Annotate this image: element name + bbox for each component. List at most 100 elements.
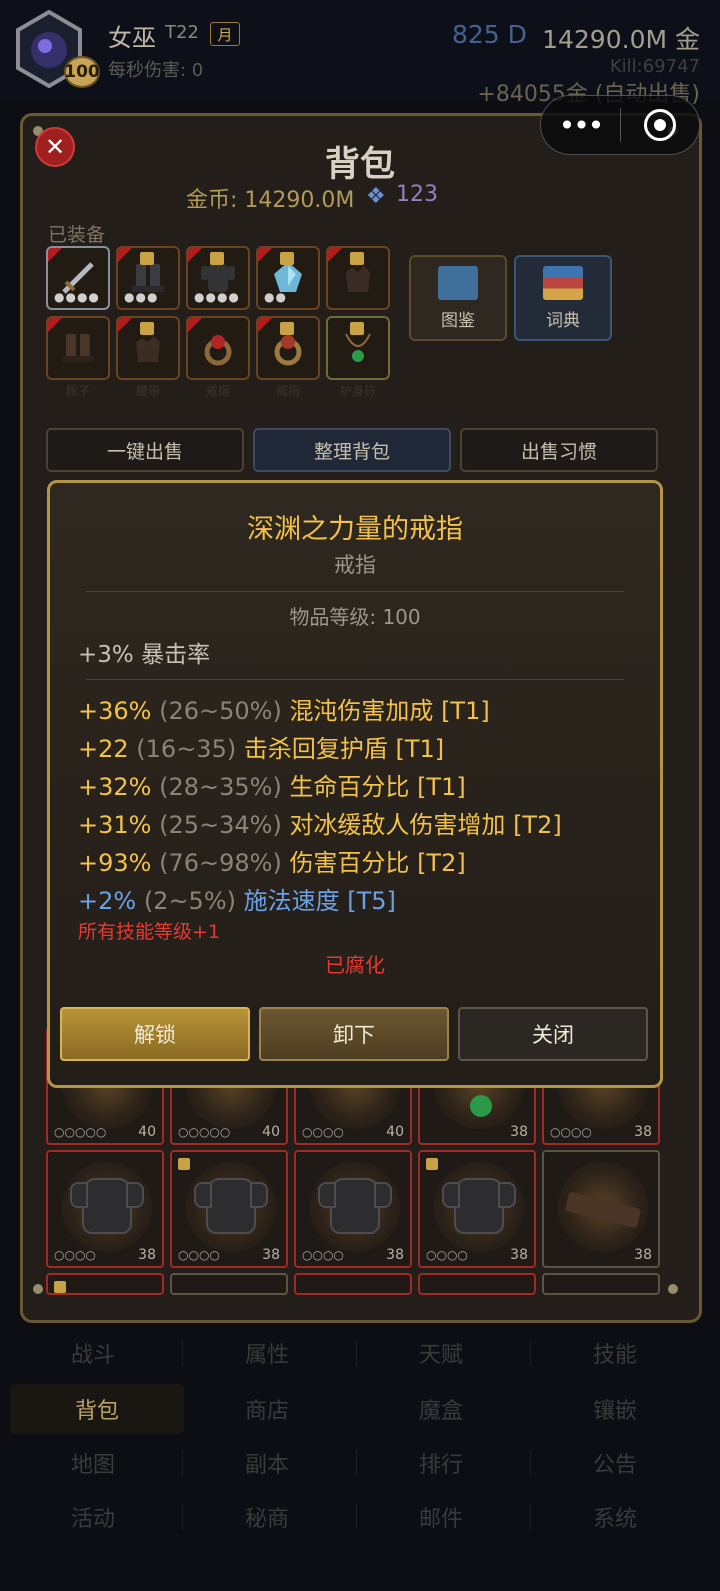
bag-item[interactable] — [46, 1273, 164, 1295]
equip-slot-boots[interactable]: ●●● — [116, 246, 180, 310]
nav-battle[interactable]: 战斗 — [6, 1328, 180, 1378]
equip-slot-amulet[interactable] — [326, 316, 390, 380]
exit-miniprogram-button[interactable] — [621, 109, 699, 141]
equipped-label: 已装备 — [48, 224, 106, 246]
item-type: 戒指 — [334, 553, 376, 577]
item-level: 物品等级: 100 — [289, 605, 421, 629]
gem-icon: ❖ — [366, 184, 386, 209]
miniprogram-capsule: ••• — [540, 95, 700, 155]
target-circle-icon — [643, 109, 676, 141]
lock-icon — [210, 252, 224, 265]
dictionary-label: 词典 — [546, 311, 580, 331]
lock-icon — [280, 322, 294, 335]
affix-line: +31% (25~34%) 对冰缓敌人伤害增加 [T2] — [78, 811, 562, 839]
affix-line: +93% (76~98%) 伤害百分比 [T2] — [78, 849, 466, 877]
equip-slot-ring-1[interactable] — [186, 316, 250, 380]
player-class-name: 女巫 — [108, 24, 156, 52]
bag-item[interactable] — [294, 1273, 412, 1295]
nav-skills[interactable]: 技能 — [528, 1328, 702, 1378]
emerald-amulet-icon — [470, 1095, 492, 1117]
equip-slot-belt[interactable] — [116, 316, 180, 380]
implicit-stat: +3% 暴击率 — [78, 642, 211, 668]
bag-item[interactable]: 38 — [542, 1150, 660, 1268]
affix-line: +22 (16~35) 击杀回复护盾 [T1] — [78, 735, 445, 763]
lock-icon — [140, 322, 154, 335]
dps-readout: 每秒伤害: 0 — [108, 60, 204, 81]
socket-dots: ●●●● — [194, 290, 240, 304]
equip-slot-gloves[interactable] — [326, 246, 390, 310]
corner-rivet — [668, 1284, 678, 1294]
more-dots-icon: ••• — [558, 108, 605, 142]
nav-ranking[interactable]: 排行 — [354, 1438, 528, 1488]
chest-armor-icon — [194, 1178, 268, 1234]
nav-mail[interactable]: 邮件 — [354, 1492, 528, 1542]
unlock-button[interactable]: 解锁 — [60, 1007, 250, 1061]
lock-icon — [426, 1158, 438, 1170]
nav-shop[interactable]: 商店 — [180, 1384, 354, 1434]
book-icon — [438, 266, 478, 300]
sort-bag-button[interactable]: 整理背包 — [253, 428, 451, 472]
nav-magic-box[interactable]: 魔盒 — [354, 1384, 528, 1434]
panel-gem-count: 123 — [396, 182, 438, 207]
equip-slot-offhand[interactable]: ●● — [256, 246, 320, 310]
bag-item[interactable] — [170, 1273, 288, 1295]
lock-icon — [350, 322, 364, 335]
atlas-label: 图鉴 — [441, 311, 475, 331]
nav-notice[interactable]: 公告 — [528, 1438, 702, 1488]
bag-item[interactable] — [542, 1273, 660, 1295]
player-level-badge: 100 — [64, 56, 100, 88]
atlas-button[interactable]: 图鉴 — [409, 255, 507, 341]
equip-slot-weapon[interactable]: ●●●● — [46, 246, 110, 310]
equip-slot-chest[interactable]: ●●●● — [186, 246, 250, 310]
affix-line: +2% (2~5%) 施法速度 [T5] — [78, 887, 396, 915]
close-tooltip-button[interactable]: 关闭 — [458, 1007, 648, 1061]
bag-item[interactable] — [418, 1273, 536, 1295]
corner-rivet — [33, 1284, 43, 1294]
diamond-count: 825 D — [452, 20, 527, 49]
bag-item[interactable]: ○○○○ 38 — [170, 1150, 288, 1268]
item-tooltip: 深渊之力量的戒指 戒指 物品等级: 100 +3% 暴击率 +36% (26~5… — [47, 480, 663, 1088]
corrupted-tag: 已腐化 — [325, 953, 385, 977]
affix-line: +32% (28~35%) 生命百分比 [T1] — [78, 773, 466, 801]
equip-slot-boots-2[interactable] — [46, 316, 110, 380]
bag-item[interactable]: ○○○○ 38 — [294, 1150, 412, 1268]
more-menu-button[interactable]: ••• — [541, 109, 620, 142]
nav-secret-merchant[interactable]: 秘商 — [180, 1492, 354, 1542]
nav-talents[interactable]: 天赋 — [354, 1328, 528, 1378]
chest-armor-icon — [70, 1178, 144, 1234]
chest-armor-icon — [318, 1178, 392, 1234]
unequip-button[interactable]: 卸下 — [259, 1007, 449, 1061]
chest-armor-icon — [442, 1178, 516, 1234]
nav-bag[interactable]: 背包 — [10, 1384, 184, 1434]
monthly-card-badge[interactable]: 月 — [210, 22, 240, 46]
lock-icon — [140, 252, 154, 265]
equip-slot-ring-2[interactable] — [256, 316, 320, 380]
affix-line: +36% (26~50%) 混沌伤害加成 [T1] — [78, 697, 490, 725]
nav-events[interactable]: 活动 — [6, 1492, 180, 1542]
nav-dungeon[interactable]: 副本 — [180, 1438, 354, 1488]
bag-item[interactable]: ○○○○ 38 — [46, 1150, 164, 1268]
slot-label: 靴子 — [65, 384, 90, 398]
divider — [86, 679, 624, 680]
lock-icon — [178, 1158, 190, 1170]
socket-dots: ●● — [264, 290, 287, 304]
dictionary-button[interactable]: 词典 — [514, 255, 612, 341]
top-header: 100 女巫 T22 月 每秒伤害: 0 825 D 14290.0M 金 Ki… — [0, 0, 720, 107]
books-icon — [543, 266, 583, 300]
nav-map[interactable]: 地图 — [6, 1438, 180, 1488]
lock-icon — [54, 1281, 66, 1293]
quick-sell-button[interactable]: 一键出售 — [46, 428, 244, 472]
gold-count: 14290.0M 金 — [542, 25, 700, 54]
bag-item[interactable]: ○○○○ 38 — [418, 1150, 536, 1268]
socket-dots: ●●●● — [54, 290, 100, 304]
player-tier: T22 — [165, 22, 199, 43]
nav-inlay[interactable]: 镶嵌 — [528, 1384, 702, 1434]
kill-count: Kill:69747 — [609, 56, 700, 77]
nav-attributes[interactable]: 属性 — [180, 1328, 354, 1378]
nav-system[interactable]: 系统 — [528, 1492, 702, 1542]
slot-label: 腰带 — [135, 384, 160, 398]
skill-bonus: 所有技能等级+1 — [78, 921, 221, 943]
lock-icon — [280, 252, 294, 265]
sell-habit-button[interactable]: 出售习惯 — [460, 428, 658, 472]
panel-gold: 金币: 14290.0M — [186, 188, 355, 213]
